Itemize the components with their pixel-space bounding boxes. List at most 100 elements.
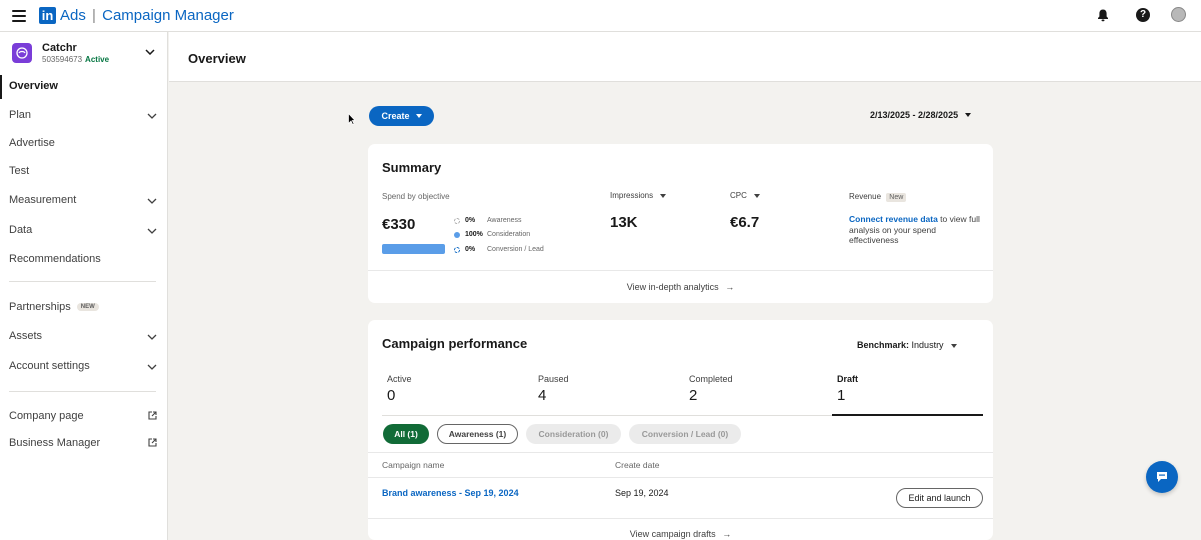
- new-badge: NEW: [76, 303, 99, 312]
- sidebar-divider: [9, 281, 156, 282]
- chevron-down-icon: [147, 364, 157, 370]
- sidebar-item-company-page[interactable]: Company page: [0, 405, 168, 429]
- spend-value: €330: [382, 216, 416, 233]
- sidebar-item-test[interactable]: Test: [0, 160, 168, 184]
- app-title: Campaign Manager: [102, 7, 234, 24]
- cpc-value: €6.7: [730, 214, 760, 231]
- account-name: Catchr: [42, 42, 77, 54]
- page-title: Overview: [188, 51, 246, 66]
- spend-bar: [382, 244, 445, 254]
- view-analytics-link[interactable]: View in-depth analytics →: [368, 270, 993, 303]
- help-icon[interactable]: ?: [1136, 8, 1150, 22]
- table-divider: [368, 452, 993, 453]
- revenue-message: Connect revenue data to view full analys…: [849, 214, 980, 245]
- sidebar-item-label: Data: [9, 224, 33, 236]
- sidebar-item-assets[interactable]: Assets: [0, 325, 168, 349]
- sidebar: Catchr 503594673 Active Overview Plan Adv…: [0, 32, 168, 540]
- new-badge: New: [886, 193, 907, 202]
- account-id: 503594673: [42, 55, 83, 64]
- campaign-performance-title: Campaign performance: [382, 336, 528, 351]
- campaign-create-date: Sep 19, 2024: [615, 488, 669, 498]
- tab-draft[interactable]: Draft 1: [832, 372, 983, 416]
- brand-ads: Ads: [60, 7, 86, 24]
- brand-separator: |: [92, 7, 96, 24]
- arrow-right-icon: →: [722, 529, 732, 539]
- account-switcher[interactable]: Catchr 503594673 Active: [0, 32, 168, 72]
- sidebar-item-label: Assets: [9, 330, 43, 342]
- caret-down-icon: [965, 113, 972, 117]
- account-status: Active: [85, 55, 110, 64]
- chevron-down-icon: [147, 228, 157, 234]
- spend-label: Spend by objective: [382, 192, 450, 201]
- view-campaign-drafts-link[interactable]: View campaign drafts →: [368, 518, 993, 540]
- sidebar-item-label: Overview: [9, 80, 58, 92]
- chevron-down-icon: [147, 113, 157, 119]
- create-button-label: Create: [381, 111, 410, 121]
- chat-bubble-icon: [1157, 472, 1167, 482]
- filter-awareness[interactable]: Awareness (1): [437, 424, 518, 444]
- sidebar-item-label: Measurement: [9, 194, 77, 206]
- sidebar-item-data[interactable]: Data: [0, 219, 168, 243]
- connect-revenue-link[interactable]: Connect revenue data: [849, 214, 938, 224]
- caret-down-icon: [754, 193, 761, 198]
- caret-down-icon: [660, 193, 667, 198]
- chevron-down-icon: [147, 334, 157, 340]
- impressions-value: 13K: [610, 214, 638, 231]
- impressions-dropdown[interactable]: Impressions: [610, 191, 667, 200]
- sidebar-item-partnerships[interactable]: Partnerships NEW: [0, 296, 168, 320]
- chevron-down-icon[interactable]: [145, 49, 155, 55]
- sidebar-item-label: Partnerships: [9, 301, 71, 313]
- consideration-dot-icon: [454, 231, 460, 238]
- conversion-dot-icon: [454, 246, 460, 253]
- menu-icon[interactable]: [12, 10, 26, 22]
- chevron-down-icon: [147, 198, 157, 204]
- external-link-icon: [148, 411, 157, 420]
- sidebar-item-plan[interactable]: Plan: [0, 104, 168, 128]
- tab-paused[interactable]: Paused 4: [533, 372, 684, 416]
- table-divider: [368, 477, 993, 478]
- top-bar: in Ads | Campaign Manager ?: [0, 0, 1201, 32]
- tab-completed[interactable]: Completed 2: [684, 372, 835, 416]
- page-header: Overview: [169, 32, 1201, 82]
- cpc-dropdown[interactable]: CPC: [730, 191, 761, 200]
- date-range-picker[interactable]: 2/13/2025 - 2/28/2025: [870, 110, 972, 120]
- edit-and-launch-button[interactable]: Edit and launch: [896, 488, 983, 508]
- arrow-right-icon: →: [725, 282, 735, 292]
- awareness-dot-icon: [454, 217, 460, 224]
- filter-conversion-lead: Conversion / Lead (0): [629, 424, 741, 444]
- caret-down-icon: [951, 343, 958, 348]
- bell-icon[interactable]: [1096, 8, 1110, 22]
- sidebar-item-business-manager[interactable]: Business Manager: [0, 432, 168, 456]
- objective-awareness: 0% Awareness: [454, 217, 522, 224]
- summary-title: Summary: [382, 160, 442, 175]
- create-button[interactable]: Create: [369, 106, 434, 126]
- mouse-cursor-icon: [348, 113, 356, 125]
- column-header-create-date: Create date: [615, 460, 660, 470]
- sidebar-item-advertise[interactable]: Advertise: [0, 132, 168, 156]
- sidebar-item-measurement[interactable]: Measurement: [0, 189, 168, 213]
- campaign-performance-card: Campaign performance Benchmark: Industry…: [368, 320, 993, 540]
- benchmark-dropdown[interactable]: Benchmark: Industry: [857, 340, 958, 350]
- account-logo: [12, 43, 32, 63]
- sidebar-item-account-settings[interactable]: Account settings: [0, 355, 168, 379]
- campaign-name-link[interactable]: Brand awareness - Sep 19, 2024: [382, 488, 519, 498]
- summary-card: Summary Spend by objective €330 0% Aware…: [368, 144, 993, 303]
- objective-consideration: 100% Consideration: [454, 231, 530, 238]
- chat-help-button[interactable]: [1146, 461, 1178, 493]
- sidebar-item-label: Account settings: [9, 360, 90, 372]
- linkedin-logo: in: [39, 7, 56, 24]
- sidebar-item-label: Plan: [9, 109, 32, 121]
- sidebar-item-recommendations[interactable]: Recommendations: [0, 248, 168, 272]
- sidebar-divider: [9, 391, 156, 392]
- tab-active[interactable]: Active 0: [382, 372, 533, 416]
- avatar[interactable]: [1171, 7, 1186, 22]
- status-tabs: Active 0 Paused 4 Completed 2 Draft 1: [382, 372, 983, 416]
- caret-down-icon: [415, 114, 422, 118]
- sidebar-item-label: Recommendations: [9, 253, 101, 265]
- column-header-campaign-name: Campaign name: [382, 460, 445, 470]
- sidebar-item-overview[interactable]: Overview: [0, 75, 168, 99]
- filter-all[interactable]: All (1): [383, 424, 429, 444]
- brand[interactable]: in Ads | Campaign Manager: [39, 7, 234, 24]
- revenue-label: Revenue New: [849, 192, 907, 202]
- sidebar-item-label: Company page: [9, 410, 84, 422]
